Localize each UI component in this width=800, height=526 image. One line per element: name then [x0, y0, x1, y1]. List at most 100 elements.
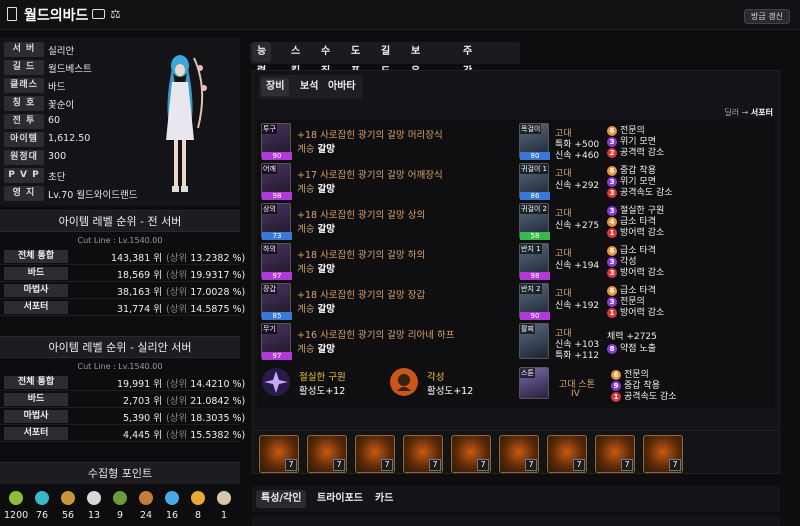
- gem-slot[interactable]: 7: [595, 435, 635, 473]
- top-bar: 월드의바드 ⚖ 방금 갱신: [0, 0, 800, 30]
- profile-label: 서 버: [4, 42, 44, 57]
- rank-value: 143,381 위: [110, 253, 162, 264]
- main-tab[interactable]: 도표: [346, 42, 365, 77]
- gem-slot[interactable]: 7: [307, 435, 347, 473]
- accessory-item[interactable]: 반지 2 90 고대 신속 +192 6 급소 타격 3 전문의 1 방어력 감소: [519, 283, 769, 323]
- succession-label: 계승: [297, 344, 315, 355]
- accessory-item[interactable]: 목걸이 80 고대 특화 +500 신속 +460 6 전문의 3 위기 모면 2 공격력 감소: [519, 123, 769, 163]
- collect-count: 76: [35, 510, 49, 521]
- profile-value: 초단: [48, 172, 66, 183]
- collect-item[interactable]: 16: [160, 488, 184, 526]
- gear-item[interactable]: 무기 97 +16 사로잡힌 광기의 갈망 리아네 하프 계승 갈망: [261, 323, 511, 363]
- gear-icon[interactable]: 투구 90: [261, 123, 292, 160]
- main-tab[interactable]: 수집: [316, 42, 335, 77]
- gear-icon[interactable]: 어깨 98: [261, 163, 292, 200]
- gem-slot[interactable]: 7: [547, 435, 587, 473]
- accessory-icon[interactable]: 팔찌: [519, 323, 549, 359]
- accessory-item[interactable]: 귀걸이 1 86 고대 신속 +292 6 중갑 착용 3 위기 모면 3 공격속도 감소: [519, 163, 769, 203]
- accessory-icon[interactable]: 목걸이 80: [519, 123, 550, 160]
- gem-slot[interactable]: 7: [643, 435, 683, 473]
- rank-all-servers: 아이템 레벨 순위 - 전 서버 Cut Line : Lv.1540.00 전…: [0, 210, 245, 316]
- bottom-tab[interactable]: 트라이포드: [312, 490, 368, 508]
- profile-value: 바드: [48, 82, 66, 93]
- accessory-stat: 신속 +194: [555, 261, 600, 271]
- sub-tab[interactable]: 장비: [261, 78, 290, 96]
- sub-tab[interactable]: 보석: [295, 78, 323, 96]
- gear-succession: 계승 갈망: [297, 141, 335, 155]
- gem-slot[interactable]: 7: [451, 435, 491, 473]
- rank-percent-value: 15.5382 %): [190, 430, 246, 441]
- refresh-button[interactable]: 방금 갱신: [744, 9, 790, 24]
- rank-value: 31,774 위: [116, 304, 162, 315]
- gear-icon[interactable]: 하의 97: [261, 243, 292, 280]
- rank-category: 서포터: [4, 427, 68, 440]
- accessory-engraving: 3 방어력 감소: [607, 265, 664, 278]
- gear-item[interactable]: 어깨 98 +17 사로잡힌 광기의 갈망 어깨장식 계승 갈망: [261, 163, 511, 203]
- main-tab[interactable]: 보유 캐릭터: [406, 42, 425, 137]
- id-card-icon[interactable]: [92, 9, 105, 19]
- accessory-item[interactable]: 귀걸이 2 58 고대 신속 +275 3 절실한 구원 4 급소 타격 1 방어력 감소: [519, 203, 769, 243]
- gear-name: +18 사로잡힌 광기의 갈망 하의: [297, 250, 426, 261]
- collect-item[interactable]: 8: [186, 488, 210, 526]
- gear-icon[interactable]: 상의 73: [261, 203, 292, 240]
- engraving-book-icon-1[interactable]: [261, 367, 291, 397]
- accessory-icon[interactable]: 반지 2 90: [519, 283, 550, 320]
- gem-row: 7 7 7 7 7 7 7 7 7: [252, 430, 780, 474]
- accessory-icon[interactable]: 귀걸이 1 86: [519, 163, 550, 200]
- engraving-book-icon-2[interactable]: [389, 367, 419, 397]
- gear-icon[interactable]: 무기 97: [261, 323, 292, 360]
- collect-item[interactable]: 56: [56, 488, 80, 526]
- accessory-item[interactable]: 반지 1 98 고대 신속 +194 6 급소 타격 3 각성 3 방어력 감소: [519, 243, 769, 283]
- gem-slot[interactable]: 7: [403, 435, 443, 473]
- gear-succession: 계승 갈망: [297, 261, 335, 275]
- collect-item[interactable]: 9: [108, 488, 132, 526]
- accessory-item[interactable]: 팔찌 고대 신속 +103 특화 +112 체력 +2725 8 약점 노출: [519, 323, 769, 363]
- gear-succession: 계승 갈망: [297, 221, 335, 235]
- gear-item[interactable]: 하의 97 +18 사로잡힌 광기의 갈망 하의 계승 갈망: [261, 243, 511, 283]
- main-tab[interactable]: 주간골드획득: [458, 42, 477, 157]
- accessory-stat: 신속 +460: [555, 151, 600, 161]
- profile-value: 꽃순이: [48, 100, 75, 111]
- gear-item[interactable]: 장갑 85 +18 사로잡힌 광기의 갈망 장갑 계승 갈망: [261, 283, 511, 323]
- gear-quality: 90: [262, 152, 292, 160]
- profile-label: 길 드: [4, 60, 44, 75]
- bookmark-icon[interactable]: [7, 7, 17, 21]
- accessory-icon[interactable]: 반지 1 98: [519, 243, 550, 280]
- collect-item[interactable]: 1: [212, 488, 236, 526]
- collect-item[interactable]: 24: [134, 488, 158, 526]
- accessory-icon[interactable]: 귀걸이 2 58: [519, 203, 550, 240]
- scale-icon[interactable]: ⚖: [110, 7, 124, 21]
- collect-item[interactable]: 1200: [4, 488, 28, 526]
- rank-server-cutline: Cut Line : Lv.1540.00: [77, 362, 163, 371]
- gem-level: 7: [477, 459, 489, 471]
- dealer-support-toggle[interactable]: 딜러 → 서포터: [724, 107, 773, 118]
- accessory-engraving: 8 약점 노출: [607, 341, 656, 354]
- gear-icon[interactable]: 장갑 85: [261, 283, 292, 320]
- gear-item[interactable]: 투구 90 +18 사로잡힌 광기의 갈망 머리장식 계승 갈망: [261, 123, 511, 163]
- collect-item[interactable]: 76: [30, 488, 54, 526]
- profile-row: 아이템 1,612.50: [4, 132, 154, 148]
- gear-quality: 73: [262, 232, 292, 240]
- gear-item[interactable]: 상의 73 +18 사로잡힌 광기의 갈망 상의 계승 갈망: [261, 203, 511, 243]
- succession-value: 갈망: [317, 304, 335, 315]
- ability-stone-icon[interactable]: 스톤: [519, 367, 549, 399]
- collect-item[interactable]: 13: [82, 488, 106, 526]
- gem-slot[interactable]: 7: [499, 435, 539, 473]
- main-tab[interactable]: 스킬: [286, 42, 305, 77]
- sub-tab[interactable]: 아바타: [323, 78, 361, 96]
- gem-slot[interactable]: 7: [355, 435, 395, 473]
- main-tab[interactable]: 능력치: [252, 42, 272, 97]
- profile-value: 300: [48, 151, 67, 162]
- heart-icon: [191, 491, 205, 505]
- engraving-book-row: 절실한 구원 활성도+12 각성 활성도+12 스톤 고대 스톤 IV 6 전문의…: [261, 367, 771, 407]
- character-portrait: [166, 55, 207, 192]
- gear-name: +18 사로잡힌 광기의 갈망 머리장식: [297, 130, 443, 141]
- bottom-tab[interactable]: 특성/각인: [256, 490, 307, 508]
- rank-row: 서포터 4,445 위 (상위 15.5382 %): [0, 425, 245, 442]
- rank-category: 마법사: [4, 410, 68, 423]
- gem-slot[interactable]: 7: [259, 435, 299, 473]
- main-tab[interactable]: 길드: [376, 42, 395, 77]
- rank-category: 바드: [4, 393, 68, 406]
- bottom-tab[interactable]: 카드: [370, 490, 398, 508]
- accessory-engraving: 2 공격력 감소: [607, 145, 664, 158]
